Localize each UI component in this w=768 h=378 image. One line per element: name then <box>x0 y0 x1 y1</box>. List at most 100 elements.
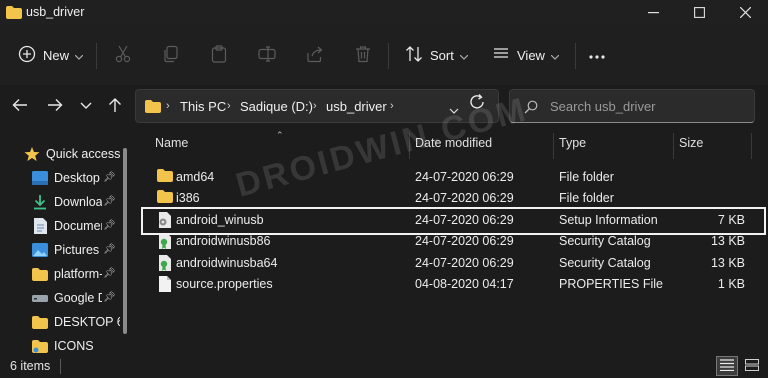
sidebar-item-label: platform-tools <box>54 267 102 281</box>
back-button[interactable] <box>9 95 31 117</box>
table-row[interactable]: i386 24-07-2020 06:29 File folder <box>137 188 768 209</box>
file-type: Security Catalog <box>559 256 651 270</box>
table-row[interactable]: source.properties 04-08-2020 04:17 PROPE… <box>137 274 768 295</box>
more-options-button[interactable] <box>588 39 606 71</box>
pin-icon: 📌︎ <box>103 292 116 303</box>
file-name: androidwinusba64 <box>176 256 278 270</box>
desktop-icon <box>32 170 48 186</box>
copy-icon <box>162 45 180 66</box>
view-button[interactable]: View <box>492 39 560 71</box>
toolbar-divider <box>575 43 576 69</box>
recent-locations-button[interactable] <box>75 95 97 117</box>
arrow-left-icon <box>12 98 28 115</box>
item-count: 6 items <box>10 359 51 373</box>
file-name: source.properties <box>176 277 273 291</box>
refresh-button[interactable] <box>468 93 486 114</box>
column-header-size[interactable]: Size <box>679 136 703 150</box>
column-header-type[interactable]: Type <box>559 136 586 150</box>
folder-icon <box>157 169 173 185</box>
address-dropdown-button[interactable] <box>449 103 459 117</box>
sidebar-item-quick-access[interactable]: Quick access <box>24 143 124 165</box>
copy-button[interactable] <box>162 39 180 71</box>
table-row[interactable]: androidwinusba64 24-07-2020 06:29 Securi… <box>137 253 768 274</box>
address-bar[interactable]: › This PC › Sadique (D:) › usb_driver › <box>135 89 499 123</box>
minimize-button[interactable] <box>630 0 676 25</box>
sort-icon <box>405 45 423 66</box>
details-view-button[interactable] <box>716 356 738 376</box>
sidebar-scrollbar[interactable] <box>123 148 127 334</box>
more-icon <box>588 48 606 63</box>
folder-icon <box>6 6 22 22</box>
search-input[interactable]: Search usb_driver <box>509 89 755 123</box>
paste-icon <box>210 44 228 66</box>
sidebar-item-desktop[interactable]: Desktop <box>32 167 102 189</box>
column-divider[interactable] <box>409 133 410 159</box>
command-bar: New Sort View <box>0 25 768 85</box>
table-row[interactable]: amd64 24-07-2020 06:29 File folder <box>137 167 768 188</box>
paste-button[interactable] <box>210 39 228 71</box>
up-button[interactable] <box>104 95 126 117</box>
file-type: File folder <box>559 191 614 205</box>
maximize-button[interactable] <box>676 0 722 25</box>
cut-button[interactable] <box>114 39 132 71</box>
table-row[interactable]: androidwinusb86 24-07-2020 06:29 Securit… <box>137 231 768 252</box>
sidebar-item-label: Desktop <box>54 171 100 185</box>
sidebar-item-platform-tools[interactable]: platform-tools <box>32 263 102 285</box>
new-label: New <box>43 47 70 63</box>
delete-button[interactable] <box>354 39 372 71</box>
sidebar-item-pictures[interactable]: Pictures <box>32 239 102 261</box>
file-size: 13 KB <box>710 234 745 248</box>
download-icon <box>32 194 48 210</box>
folder-icon <box>32 338 48 354</box>
file-date: 24-07-2020 06:29 <box>415 213 514 227</box>
sidebar-item-desktop-6tl[interactable]: DESKTOP 6tl <box>32 311 120 333</box>
file-type: Security Catalog <box>559 234 651 248</box>
folder-icon <box>32 266 48 282</box>
column-divider[interactable] <box>751 133 752 159</box>
toolbar-divider <box>388 43 389 69</box>
sort-label: Sort <box>430 47 454 63</box>
sidebar-item-label: Downloads <box>54 195 102 209</box>
sidebar-item-downloads[interactable]: Downloads <box>32 191 102 213</box>
file-list: ⌃ Name Date modified Type Size amd64 24-… <box>137 127 768 355</box>
breadcrumb-drive[interactable]: Sadique (D:) <box>240 99 313 114</box>
sidebar-item-label: Quick access <box>46 147 121 161</box>
sidebar-item-google-drive[interactable]: Google Drive <box>32 287 102 309</box>
breadcrumb-separator: › <box>313 100 317 112</box>
sidebar-item-documents[interactable]: Documents <box>32 215 102 237</box>
catalog-icon <box>157 255 173 271</box>
close-button[interactable] <box>722 0 768 25</box>
chevron-down-icon <box>550 48 560 63</box>
table-row[interactable]: android_winusb 24-07-2020 06:29 Setup In… <box>137 210 768 231</box>
breadcrumb-this-pc[interactable]: This PC <box>180 99 226 114</box>
plus-circle-icon <box>18 45 36 66</box>
rename-button[interactable] <box>258 39 276 71</box>
pin-icon: 📌︎ <box>103 172 116 183</box>
file-icon <box>157 276 173 292</box>
delete-icon <box>354 45 372 66</box>
file-date: 24-07-2020 06:29 <box>415 234 514 248</box>
column-divider[interactable] <box>553 133 554 159</box>
file-name: androidwinusb86 <box>176 234 271 248</box>
column-header-name[interactable]: Name <box>155 136 188 150</box>
new-button[interactable]: New <box>18 39 84 71</box>
sort-button[interactable]: Sort <box>405 39 469 71</box>
sort-ascending-icon: ⌃ <box>276 130 284 140</box>
column-divider[interactable] <box>673 133 674 159</box>
sidebar-item-icons[interactable]: ICONS <box>32 335 120 355</box>
sidebar-item-label: Documents <box>54 219 102 233</box>
details-view-icon <box>720 358 734 374</box>
folder-icon <box>157 190 173 206</box>
setup-file-icon <box>157 212 173 228</box>
column-header-date[interactable]: Date modified <box>415 136 492 150</box>
arrow-right-icon <box>47 98 63 115</box>
file-name: android_winusb <box>176 213 264 227</box>
forward-button[interactable] <box>44 95 66 117</box>
file-size: 1 KB <box>717 277 745 291</box>
status-divider <box>60 359 61 374</box>
tiles-view-button[interactable] <box>741 356 763 376</box>
breadcrumb-separator: › <box>166 100 170 112</box>
share-button[interactable] <box>306 39 324 71</box>
sidebar-item-label: ICONS <box>54 339 94 353</box>
breadcrumb-usb-driver[interactable]: usb_driver <box>326 99 387 114</box>
